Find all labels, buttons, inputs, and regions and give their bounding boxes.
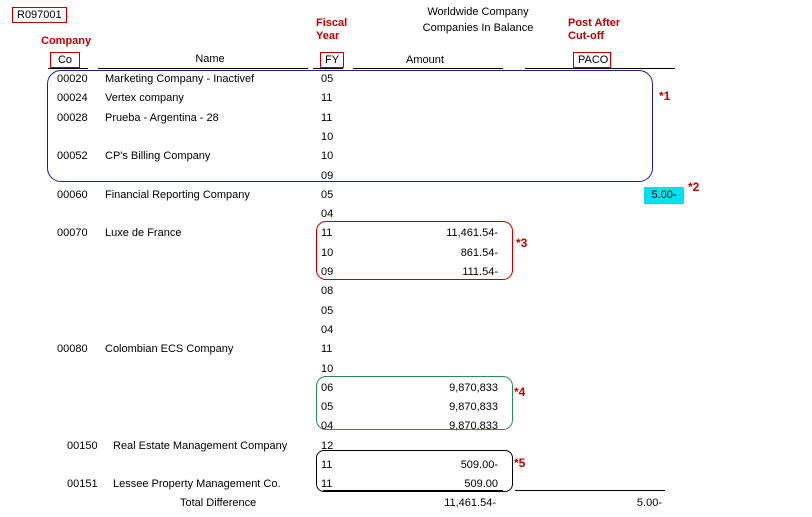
row-fy: 10 <box>321 363 334 375</box>
note-5: *5 <box>514 456 526 470</box>
row-name: Financial Reporting Company <box>105 189 250 201</box>
header-rule-name <box>98 68 308 69</box>
annot-box-5 <box>316 450 513 492</box>
report-title: Worldwide Company <box>427 6 529 18</box>
total-rule-paco <box>515 490 665 491</box>
header-rule-fy <box>313 68 343 69</box>
annot-fiscal-year-label: Fiscal Year <box>316 17 348 42</box>
row-name: Real Estate Management Company <box>113 440 288 452</box>
row-co: 00080 <box>57 343 88 355</box>
total-paco: 5.00- <box>636 497 662 509</box>
annot-box-4 <box>316 376 513 430</box>
total-amount: 11,461.54- <box>444 497 496 509</box>
annot-box-1 <box>47 70 653 182</box>
col-header-paco: PACO <box>573 52 611 68</box>
note-2: *2 <box>688 180 700 194</box>
col-header-co: Co <box>50 52 80 68</box>
row-paco-highlight: 5.00- <box>644 187 684 204</box>
row-co: 00070 <box>57 227 88 239</box>
row-co: 00060 <box>57 189 88 201</box>
total-rule-amount <box>323 490 503 491</box>
row-name: Lessee Property Management Co. <box>113 478 281 490</box>
annot-company-label: Company <box>41 35 92 47</box>
annot-box-3 <box>316 221 513 280</box>
header-rule-amount <box>353 68 503 69</box>
col-header-amount: Amount <box>406 54 444 66</box>
header-rule-paco <box>525 68 675 69</box>
annot-post-after-label: Post After Cut-off <box>568 17 621 42</box>
row-name: Luxe de France <box>105 227 182 239</box>
col-header-name: Name <box>195 53 225 65</box>
header-rule-co <box>48 68 88 69</box>
note-1: *1 <box>659 89 671 103</box>
note-4: *4 <box>514 385 526 399</box>
row-co: 00151 <box>67 478 98 490</box>
row-fy: 11 <box>321 343 333 355</box>
row-fy: 05 <box>321 305 334 317</box>
row-co: 00150 <box>67 440 98 452</box>
report-subtitle: Companies In Balance <box>422 22 534 34</box>
row-fy: 04 <box>321 208 334 220</box>
note-3: *3 <box>516 236 528 250</box>
col-header-fy: FY <box>320 52 344 68</box>
report-id: R097001 <box>12 7 67 23</box>
row-name: Colombian ECS Company <box>105 343 234 355</box>
row-fy: 08 <box>321 285 334 297</box>
total-label: Total Difference <box>180 497 257 509</box>
row-fy: 04 <box>321 324 334 336</box>
row-fy: 05 <box>321 189 334 201</box>
